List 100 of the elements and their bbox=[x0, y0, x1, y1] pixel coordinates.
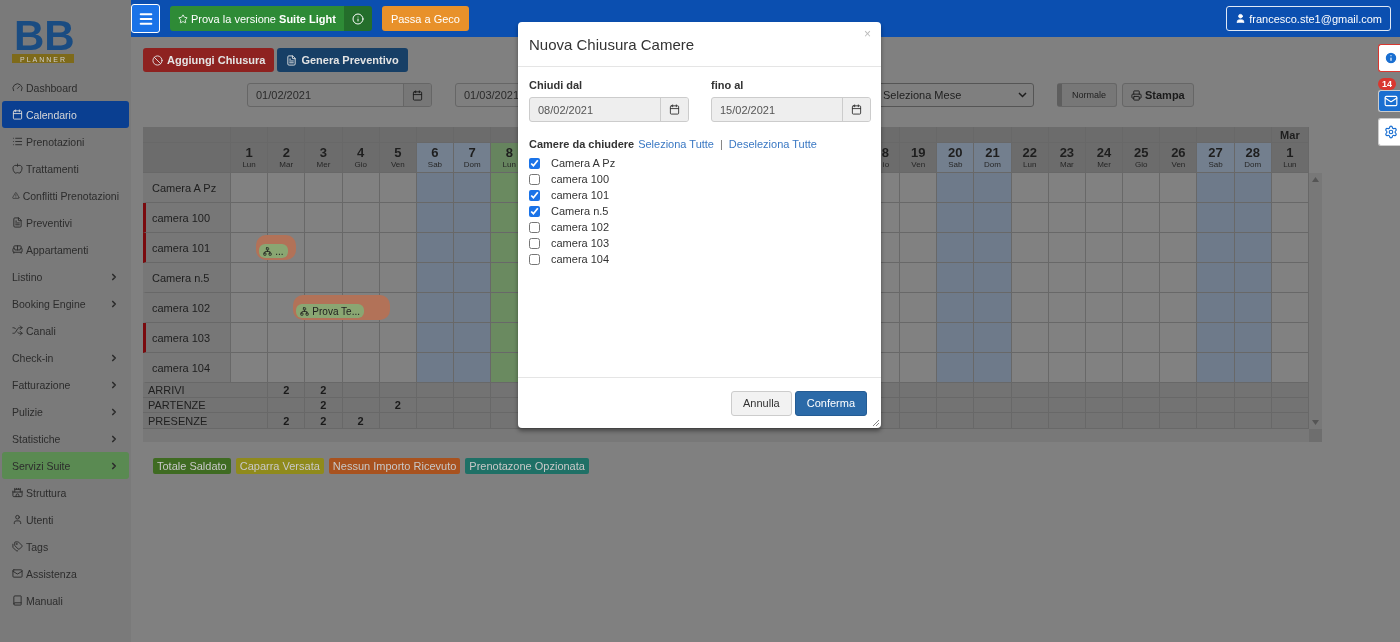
summary-cell: 2 bbox=[268, 383, 306, 398]
day-header: 1 Lun bbox=[1271, 143, 1309, 173]
month-cell bbox=[1123, 127, 1161, 143]
calendar-cell bbox=[1234, 293, 1272, 323]
settings-button[interactable] bbox=[1378, 118, 1400, 146]
booking-label: Prova Te... bbox=[296, 304, 364, 318]
warning-icon bbox=[12, 190, 20, 201]
sidebar-item[interactable]: Servizi Suite bbox=[2, 452, 129, 479]
sidebar-item[interactable]: Pulizie bbox=[2, 398, 129, 425]
booking-bar[interactable]: Prova Te... bbox=[293, 295, 390, 320]
calendar-cell bbox=[1197, 293, 1235, 323]
calendar-cell bbox=[231, 293, 269, 323]
calendar-button[interactable] bbox=[403, 84, 431, 106]
date-field[interactable]: 15/02/2021 bbox=[711, 97, 871, 122]
checkbox[interactable] bbox=[529, 173, 540, 185]
notification-badge: 14 bbox=[1378, 78, 1396, 90]
day-header: 2 Mar bbox=[268, 143, 306, 173]
confirm-button[interactable]: Conferma bbox=[794, 390, 867, 416]
sidebar-item[interactable]: Canali bbox=[2, 317, 129, 344]
sidebar-item[interactable]: Manuali bbox=[2, 587, 129, 614]
legend-badge: Nessun Importo Ricevuto bbox=[328, 458, 461, 474]
checkbox[interactable] bbox=[529, 205, 540, 217]
sidebar-item[interactable]: Struttura bbox=[2, 479, 129, 506]
print-button[interactable]: Stampa bbox=[1122, 83, 1194, 107]
calendar-cell bbox=[1271, 323, 1309, 353]
day-header: 1 Lun bbox=[231, 143, 269, 173]
booking-bar[interactable]: ... bbox=[256, 235, 297, 260]
user-button[interactable]: francesco.ste1@gmail.com bbox=[1226, 6, 1391, 31]
summary-cell bbox=[1234, 383, 1272, 398]
trial-button[interactable]: Prova la versione Suite Light bbox=[170, 6, 344, 31]
sidebar-item[interactable]: Conflitti Prenotazioni bbox=[2, 182, 129, 209]
calendar-cell bbox=[1160, 233, 1198, 263]
summary-cell bbox=[1197, 383, 1235, 398]
checkbox[interactable] bbox=[529, 221, 540, 233]
close-button[interactable]: × bbox=[864, 27, 871, 41]
sidebar-item[interactable]: Calendario bbox=[2, 101, 129, 128]
calendar-cell bbox=[1085, 173, 1124, 203]
calendar-cell bbox=[379, 203, 417, 233]
envelope-icon bbox=[1384, 94, 1398, 108]
caret-icon bbox=[109, 379, 119, 390]
add-closure-button[interactable]: Aggiungi Chiusura bbox=[143, 48, 275, 72]
sidebar-item[interactable]: Assistenza bbox=[2, 560, 129, 587]
sidebar-item[interactable]: Tags bbox=[2, 533, 129, 560]
calendar-cell bbox=[454, 323, 492, 353]
checkbox[interactable] bbox=[529, 237, 540, 249]
calendar-cell bbox=[900, 173, 938, 203]
sidebar-item[interactable]: Statistiche bbox=[2, 425, 129, 452]
day-header: 3 Mer bbox=[305, 143, 343, 173]
section-label: Camere da chiudere bbox=[529, 138, 635, 150]
date-field[interactable]: 08/02/2021 bbox=[529, 97, 689, 122]
caret-icon bbox=[109, 460, 119, 471]
calendar-cell bbox=[1123, 293, 1161, 323]
calendar-cell bbox=[1085, 353, 1124, 383]
day-header: 7 Dom bbox=[454, 143, 492, 173]
info-button[interactable] bbox=[1378, 44, 1400, 72]
checkbox[interactable] bbox=[529, 253, 540, 265]
calendar-icon bbox=[669, 104, 680, 115]
calendar-cell bbox=[231, 323, 269, 353]
calendar-cell bbox=[1197, 263, 1235, 293]
sidebar-item[interactable]: Fatturazione bbox=[2, 371, 129, 398]
calendar-cell bbox=[342, 263, 380, 293]
sidebar-item[interactable]: Dashboard bbox=[2, 74, 129, 101]
switch-button[interactable]: Passa a Geco bbox=[381, 6, 469, 31]
calendar-cell bbox=[342, 323, 380, 353]
sidebar-item[interactable]: Booking Engine bbox=[2, 290, 129, 317]
calendar-cell bbox=[454, 263, 492, 293]
mail-button[interactable] bbox=[1378, 90, 1400, 112]
caret-icon bbox=[109, 406, 119, 417]
checkbox[interactable] bbox=[529, 189, 540, 201]
calendar-cell bbox=[974, 203, 1012, 233]
calendar-cell bbox=[305, 353, 343, 383]
summary-cell bbox=[1271, 383, 1309, 398]
checkbox[interactable] bbox=[529, 157, 540, 169]
summary-cell bbox=[416, 383, 455, 398]
sidebar-item[interactable]: Utenti bbox=[2, 506, 129, 533]
sidebar-item[interactable]: Check-in bbox=[2, 344, 129, 371]
sidebar-item[interactable]: Preventivi bbox=[2, 209, 129, 236]
date-field[interactable]: 01/02/2021 bbox=[247, 83, 432, 107]
sidebar-item[interactable]: Trattamenti bbox=[2, 155, 129, 182]
summary-cell bbox=[231, 383, 269, 398]
cancel-button[interactable]: Annulla bbox=[731, 390, 792, 416]
checkbox-label: camera 102 bbox=[551, 221, 610, 233]
summary-cell bbox=[1085, 383, 1124, 398]
calendar-cell bbox=[1234, 323, 1272, 353]
sidebar-item[interactable]: Prenotazioni bbox=[2, 128, 129, 155]
calendar-cell bbox=[454, 173, 492, 203]
horizontal-scrollbar[interactable] bbox=[143, 429, 1309, 442]
summary-cell: 2 bbox=[379, 398, 417, 413]
calendar-cell bbox=[416, 323, 455, 353]
sidebar-item[interactable]: Listino bbox=[2, 263, 129, 290]
menu-button[interactable] bbox=[131, 4, 160, 33]
quote-button[interactable]: Genera Preventivo bbox=[277, 48, 408, 72]
view-toggle[interactable]: Normale bbox=[1057, 83, 1117, 107]
summary-cell: 2 bbox=[305, 413, 343, 429]
checkbox-label: camera 103 bbox=[551, 237, 610, 249]
calendar-cell bbox=[1048, 173, 1086, 203]
info-button[interactable] bbox=[343, 6, 372, 31]
sidebar-item[interactable]: Appartamenti bbox=[2, 236, 129, 263]
deselect-all-link[interactable]: Deseleziona Tutte bbox=[728, 138, 817, 150]
select-all-link[interactable]: Seleziona Tutte bbox=[638, 138, 714, 150]
